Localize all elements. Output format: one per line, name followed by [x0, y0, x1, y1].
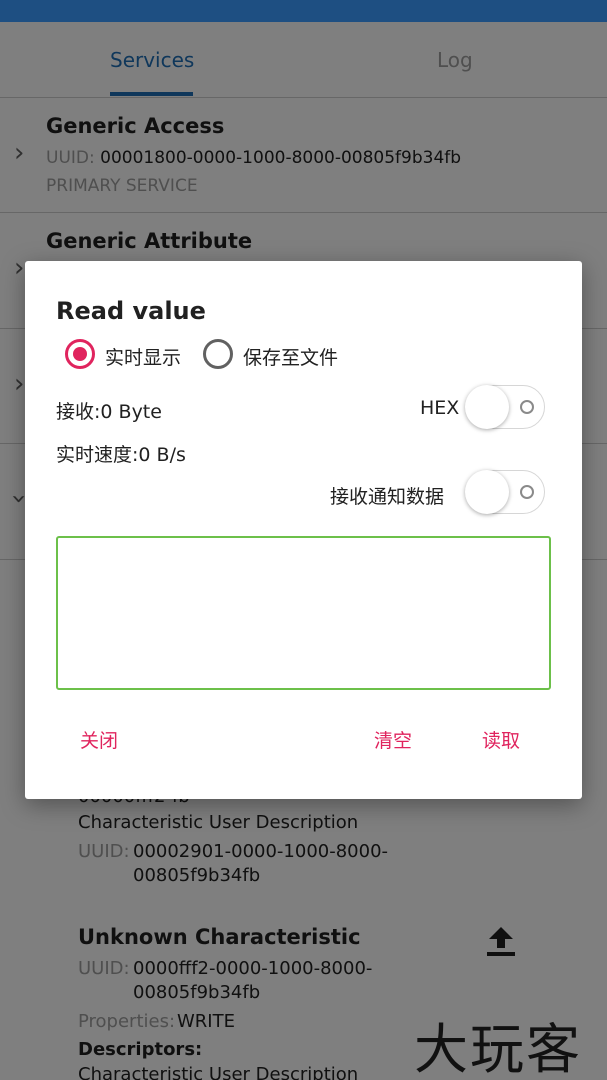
radio-save-label[interactable]: 保存至文件: [243, 343, 338, 370]
notify-toggle[interactable]: [465, 469, 545, 515]
received-count: 接收:0 Byte: [56, 401, 162, 423]
hex-label: HEX: [420, 397, 460, 419]
toggle-off-indicator: [520, 400, 534, 414]
realtime-speed: 实时速度:0 B/s: [56, 444, 186, 466]
watermark-logo: 大玩客: [414, 1018, 582, 1080]
clear-button[interactable]: 清空: [374, 726, 412, 753]
radio-realtime-label[interactable]: 实时显示: [105, 343, 181, 370]
value-textarea[interactable]: [56, 536, 551, 690]
notify-label: 接收通知数据: [330, 486, 445, 508]
hex-toggle[interactable]: [465, 384, 545, 430]
toggle-thumb: [465, 470, 509, 514]
close-button[interactable]: 关闭: [80, 726, 118, 753]
status-bar: [0, 0, 607, 22]
radio-save-to-file[interactable]: [203, 339, 233, 369]
dialog-title: Read value: [56, 297, 206, 325]
toggle-off-indicator: [520, 485, 534, 499]
radio-realtime[interactable]: [65, 339, 95, 369]
toggle-thumb: [465, 385, 509, 429]
read-button[interactable]: 读取: [482, 726, 520, 753]
read-value-dialog: Read value 实时显示 保存至文件 接收:0 Byte HEX 实时速度…: [25, 261, 582, 799]
